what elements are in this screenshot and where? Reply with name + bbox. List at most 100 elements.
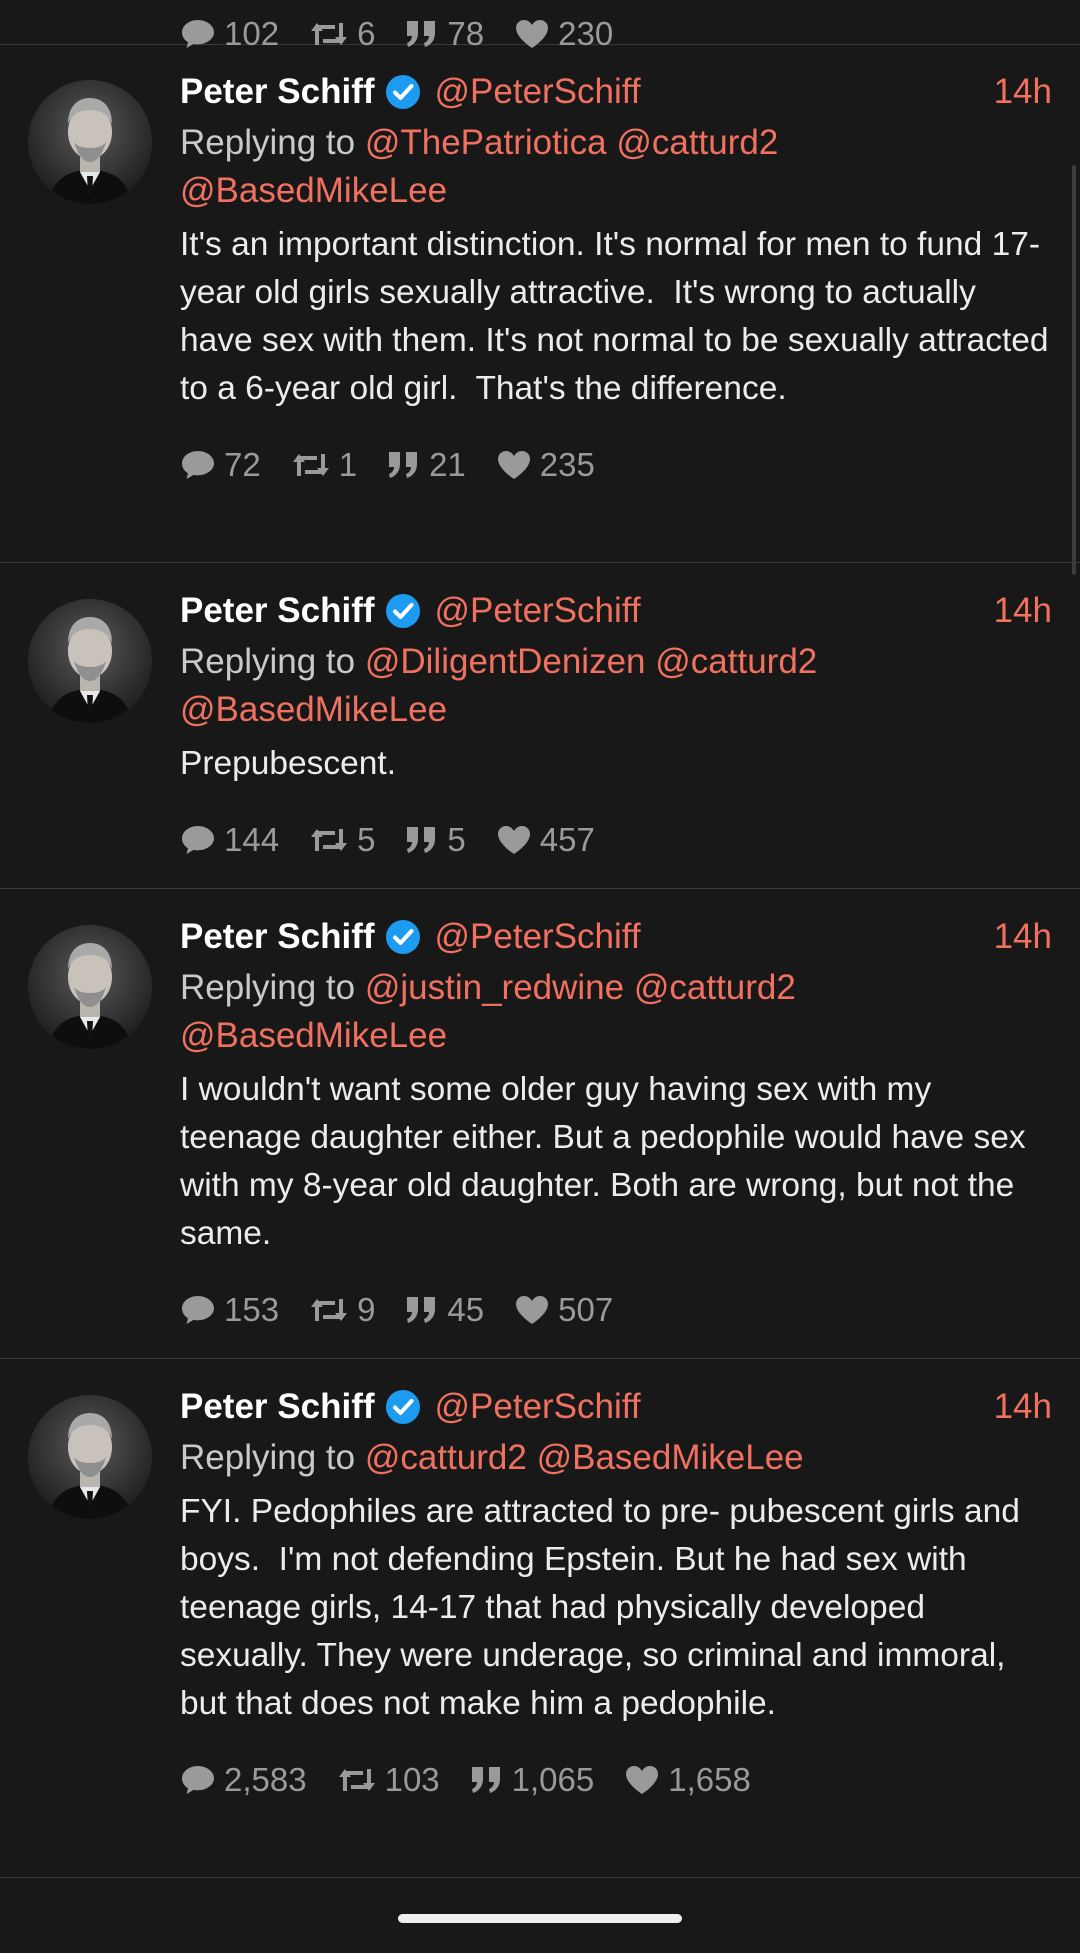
reply-count: 72 bbox=[224, 446, 261, 483]
replying-to: Replying to @catturd2 @BasedMikeLee bbox=[180, 1434, 1052, 1482]
reply-icon bbox=[182, 451, 214, 479]
avatar[interactable] bbox=[28, 599, 152, 723]
quote-icon bbox=[407, 827, 436, 853]
timestamp[interactable]: 14h bbox=[994, 917, 1052, 957]
avatar[interactable] bbox=[28, 80, 152, 204]
quote-count: 5 bbox=[447, 821, 466, 858]
retweet-count: 9 bbox=[357, 1291, 376, 1328]
author-handle[interactable]: @PeterSchiff bbox=[435, 1387, 641, 1427]
mention-link[interactable]: @catturd2 bbox=[365, 1438, 527, 1477]
mention-link[interactable]: @justin_redwine bbox=[365, 968, 624, 1007]
retweet-icon bbox=[311, 1299, 348, 1321]
author-handle[interactable]: @PeterSchiff bbox=[435, 917, 641, 957]
author-handle[interactable]: @PeterSchiff bbox=[435, 72, 641, 112]
like-stat[interactable]: 235 bbox=[496, 446, 595, 484]
mention-link[interactable]: @catturd2 bbox=[634, 968, 796, 1007]
timestamp[interactable]: 14h bbox=[994, 1387, 1052, 1427]
retweet-stat[interactable]: 1 bbox=[291, 446, 357, 484]
reply-stat[interactable]: 72 bbox=[180, 446, 261, 484]
verified-badge-icon bbox=[385, 594, 420, 628]
heart-icon bbox=[497, 826, 530, 854]
timestamp[interactable]: 14h bbox=[994, 591, 1052, 631]
author-name[interactable]: Peter Schiff bbox=[180, 917, 375, 957]
mention-link[interactable]: @ThePatriotica bbox=[365, 123, 607, 162]
tweet[interactable]: Peter Schiff @PeterSchiff 14h Replying t… bbox=[0, 44, 1080, 563]
profile-photo bbox=[28, 599, 152, 723]
replying-to: Replying to @ThePatriotica @catturd2 @Ba… bbox=[180, 119, 1052, 215]
tweet-text: Prepubescent. bbox=[180, 745, 397, 782]
tweet-text: It's an important distinction. It's norm… bbox=[180, 226, 1058, 407]
timestamp[interactable]: 14h bbox=[994, 72, 1052, 112]
retweet-count: 1 bbox=[338, 446, 358, 483]
scrollbar[interactable] bbox=[1072, 165, 1076, 575]
heart-icon bbox=[626, 1766, 659, 1794]
quote-count: 21 bbox=[429, 446, 466, 483]
avatar[interactable] bbox=[28, 1395, 152, 1519]
replying-label: Replying to bbox=[180, 642, 356, 681]
quote-count: 1,065 bbox=[511, 1761, 595, 1798]
retweet-icon bbox=[338, 1769, 375, 1791]
heart-icon bbox=[497, 451, 530, 479]
retweet-count: 5 bbox=[357, 821, 376, 858]
tweet-stats: 153 9 45 507 bbox=[180, 1286, 1052, 1334]
tweet-header: Peter Schiff @PeterSchiff 14h bbox=[180, 68, 1052, 116]
quote-count: 45 bbox=[447, 1291, 485, 1328]
author-name[interactable]: Peter Schiff bbox=[180, 1387, 375, 1427]
quote-icon bbox=[389, 452, 418, 478]
mention-link[interactable]: @catturd2 bbox=[616, 123, 778, 162]
mention-link[interactable]: @catturd2 bbox=[655, 642, 817, 681]
tweet-header: Peter Schiff @PeterSchiff 14h bbox=[180, 587, 1052, 635]
like-count: 507 bbox=[558, 1291, 614, 1328]
reply-count: 2,583 bbox=[224, 1761, 307, 1798]
replying-label: Replying to bbox=[180, 1438, 356, 1477]
mention-link[interactable]: @BasedMikeLee bbox=[537, 1438, 804, 1477]
tweet-content: Peter Schiff @PeterSchiff 14h Replying t… bbox=[180, 68, 1052, 489]
heart-icon bbox=[516, 1296, 549, 1324]
tweet[interactable]: Peter Schiff @PeterSchiff 14h Replying t… bbox=[0, 889, 1080, 1359]
reply-count: 144 bbox=[224, 821, 280, 858]
reply-icon bbox=[182, 1296, 214, 1324]
quote-icon bbox=[471, 1767, 500, 1793]
home-indicator[interactable] bbox=[398, 1914, 682, 1923]
quote-stat[interactable]: 45 bbox=[405, 1291, 484, 1329]
author-name[interactable]: Peter Schiff bbox=[180, 72, 375, 112]
mention-link[interactable]: @BasedMikeLee bbox=[180, 1016, 447, 1055]
like-stat[interactable]: 1,658 bbox=[624, 1761, 751, 1799]
like-stat[interactable]: 457 bbox=[496, 821, 595, 859]
like-count: 235 bbox=[539, 446, 595, 483]
retweet-stat[interactable]: 5 bbox=[309, 821, 375, 859]
reply-stat[interactable]: 144 bbox=[180, 821, 279, 859]
reply-stat[interactable]: 153 bbox=[180, 1291, 279, 1329]
author-name[interactable]: Peter Schiff bbox=[180, 591, 375, 631]
reply-stat[interactable]: 2,583 bbox=[180, 1761, 307, 1799]
verified-badge-icon bbox=[385, 1390, 420, 1424]
quote-stat[interactable]: 1,065 bbox=[470, 1761, 595, 1799]
retweet-count: 103 bbox=[384, 1761, 440, 1798]
quote-stat[interactable]: 21 bbox=[387, 446, 466, 484]
avatar[interactable] bbox=[28, 925, 152, 1049]
tweet-content: Peter Schiff @PeterSchiff 14h Replying t… bbox=[180, 1383, 1052, 1804]
retweet-stat[interactable]: 9 bbox=[309, 1291, 375, 1329]
tweet[interactable]: Peter Schiff @PeterSchiff 14h Replying t… bbox=[0, 563, 1080, 889]
replying-label: Replying to bbox=[180, 123, 356, 162]
mention-link[interactable]: @BasedMikeLee bbox=[180, 690, 447, 729]
previous-tweet-partial: 102 6 78 230 bbox=[0, 0, 1080, 52]
quote-stat[interactable]: 5 bbox=[405, 821, 466, 859]
verified-badge-icon bbox=[385, 75, 420, 109]
tweet-stats: 72 1 21 235 bbox=[180, 441, 1052, 489]
tweet-header: Peter Schiff @PeterSchiff 14h bbox=[180, 1383, 1052, 1431]
tweet[interactable]: Peter Schiff @PeterSchiff 14h Replying t… bbox=[0, 1359, 1080, 1878]
replying-label: Replying to bbox=[180, 968, 356, 1007]
retweet-stat[interactable]: 103 bbox=[337, 1761, 440, 1799]
verified-badge-icon bbox=[385, 920, 420, 954]
tweet-content: Peter Schiff @PeterSchiff 14h Replying t… bbox=[180, 587, 1052, 864]
author-handle[interactable]: @PeterSchiff bbox=[435, 591, 641, 631]
profile-photo bbox=[28, 925, 152, 1049]
like-count: 457 bbox=[539, 821, 595, 858]
like-stat[interactable]: 507 bbox=[514, 1291, 613, 1329]
reply-icon bbox=[182, 826, 214, 854]
retweet-icon bbox=[292, 454, 329, 476]
tweet-header: Peter Schiff @PeterSchiff 14h bbox=[180, 913, 1052, 961]
mention-link[interactable]: @BasedMikeLee bbox=[180, 171, 447, 210]
mention-link[interactable]: @DiligentDenizen bbox=[365, 642, 646, 681]
